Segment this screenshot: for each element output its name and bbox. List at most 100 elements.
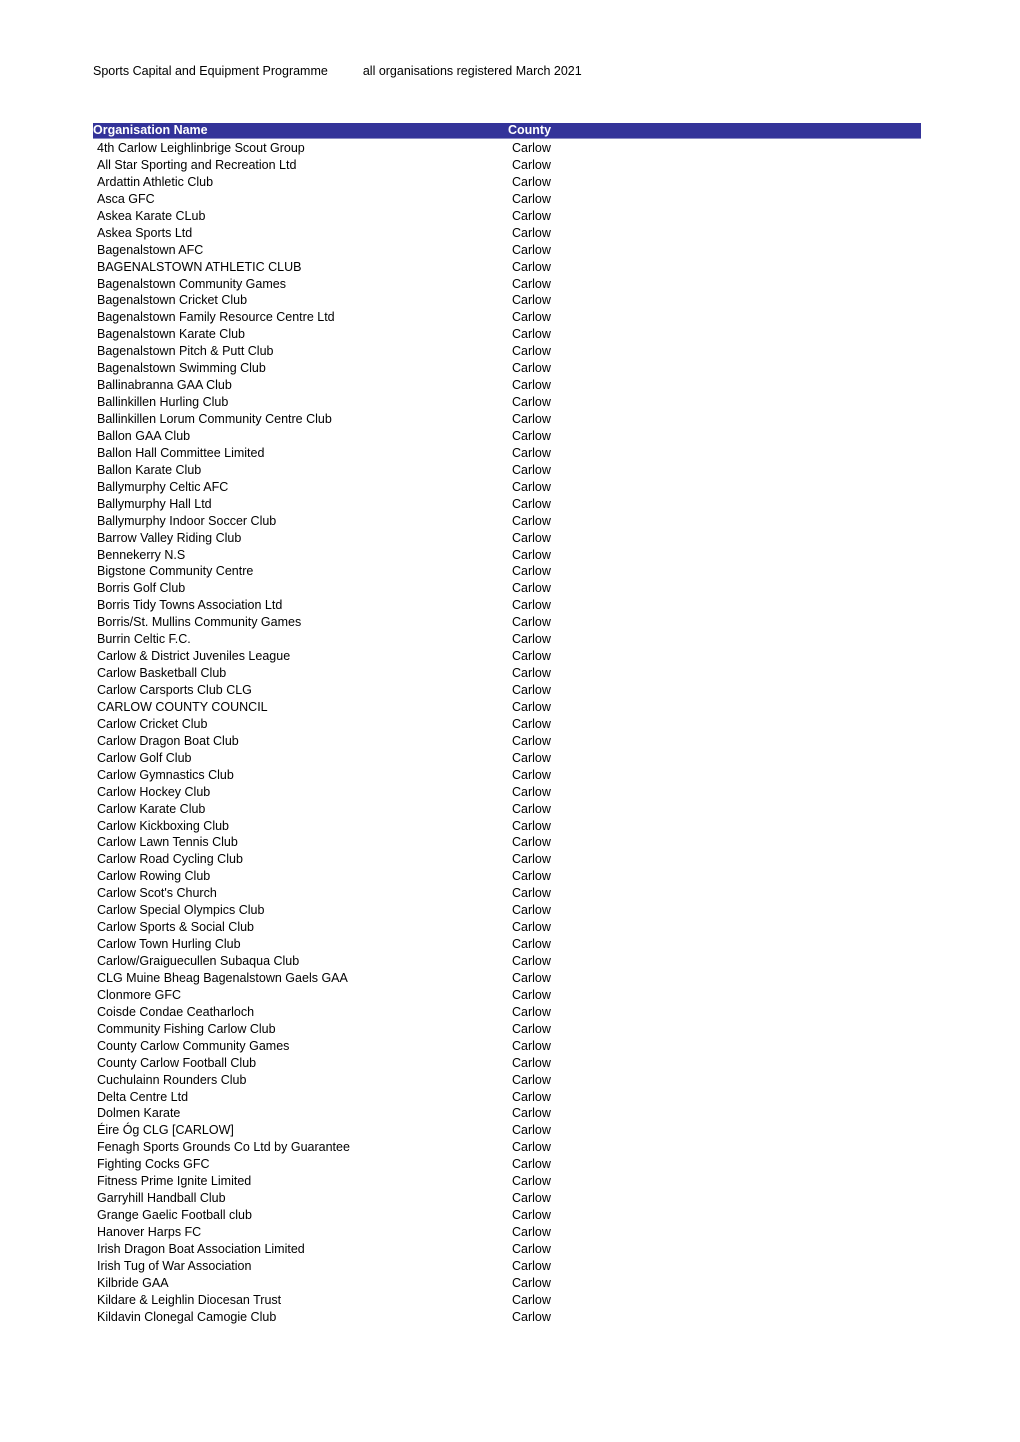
cell-organisation-name: Ardattin Athletic Club	[97, 174, 214, 189]
cell-organisation-name: Community Fishing Carlow Club	[97, 1021, 276, 1036]
table-row: Borris Tidy Towns Association Ltd Carlow	[93, 597, 921, 614]
table-row: 4th Carlow Leighlinbrige Scout Group Carl…	[93, 140, 921, 157]
table-row: Burrin Celtic F.C. Carlow	[93, 631, 921, 648]
cell-county: Carlow	[512, 835, 551, 850]
cell-county: Carlow	[512, 666, 551, 681]
cell-county: Carlow	[512, 733, 551, 748]
cell-organisation-name: Carlow Karate Club	[97, 801, 206, 816]
cell-organisation-name: Ballinkillen Lorum Community Centre Club	[97, 412, 332, 426]
table-row: Kilbride GAA Carlow	[93, 1275, 921, 1292]
cell-county: Carlow	[512, 1021, 551, 1036]
cell-county: Carlow	[512, 1292, 551, 1307]
cell-county: Carlow	[512, 767, 551, 782]
table-row: Bagenalstown AFC Carlow	[93, 242, 921, 259]
table-row: Fitness Prime Ignite Limited Carlow	[93, 1173, 921, 1190]
table-row: Carlow Town Hurling Club Carlow	[93, 936, 921, 953]
table-row: Community Fishing Carlow Club Carlow	[93, 1021, 921, 1038]
cell-organisation-name: Éire Óg CLG [CARLOW]	[97, 1123, 234, 1138]
table-row: Clonmore GFC Carlow	[93, 987, 921, 1004]
cell-organisation-name: Ballon GAA Club	[97, 428, 191, 443]
cell-county: Carlow	[512, 801, 551, 816]
table-row: Borris/St. Mullins Community Games Carlow	[93, 614, 921, 631]
table-row: Carlow/Graiguecullen Subaqua Club Carlow	[93, 953, 921, 970]
cell-organisation-name: Dolmen Karate	[97, 1106, 181, 1121]
cell-organisation-name: Bennekerry N.S	[97, 547, 186, 562]
cell-county: Carlow	[512, 174, 551, 189]
table-row: Ballinkillen Hurling Club Carlow	[93, 394, 921, 411]
cell-organisation-name: County Carlow Community Games	[97, 1038, 290, 1053]
cell-county: Carlow	[512, 1225, 551, 1239]
table-row: Ballymurphy Hall Ltd Carlow	[93, 496, 921, 513]
table-row: Coisde Condae Ceatharloch Carlow	[93, 1004, 921, 1021]
cell-county: Carlow	[512, 530, 551, 545]
cell-county: Carlow	[512, 1191, 551, 1206]
cell-organisation-name: Bagenalstown Community Games	[97, 276, 286, 291]
table-row: Carlow Scot's Church Carlow	[93, 885, 921, 902]
cell-county: Carlow	[512, 361, 551, 376]
cell-county: Carlow	[512, 428, 551, 443]
cell-organisation-name: Bagenalstown Swimming Club	[97, 361, 266, 376]
cell-organisation-name: Ballymurphy Hall Ltd	[97, 496, 212, 511]
table-row: Ardattin Athletic Club Carlow	[93, 174, 921, 191]
cell-county: Carlow	[512, 208, 551, 223]
cell-county: Carlow	[512, 1055, 551, 1070]
cell-organisation-name: Ballinkillen Hurling Club	[97, 395, 229, 410]
cell-county: Carlow	[512, 852, 551, 867]
cell-county: Carlow	[512, 344, 551, 359]
cell-county: Carlow	[512, 310, 551, 325]
cell-organisation-name: Carlow Scot's Church	[97, 886, 217, 901]
cell-county: Carlow	[512, 1106, 551, 1121]
table-row: Ballymurphy Celtic AFC Carlow	[93, 479, 921, 496]
cell-organisation-name: Bagenalstown Pitch & Putt Club	[97, 344, 274, 359]
cell-county: Carlow	[512, 784, 551, 799]
table-row: Delta Centre Ltd Carlow	[93, 1089, 921, 1106]
cell-county: Carlow	[512, 869, 551, 884]
table-row: Asca GFC Carlow	[93, 191, 921, 208]
cell-organisation-name: Delta Centre Ltd	[97, 1089, 189, 1104]
table-row: Éire Óg CLG [CARLOW] Carlow	[93, 1122, 921, 1139]
cell-county: Carlow	[512, 395, 551, 410]
cell-county: Carlow	[512, 1004, 551, 1019]
table-row: Cuchulainn Rounders Club Carlow	[93, 1072, 921, 1089]
cell-county: Carlow	[512, 1157, 551, 1172]
table-row: Carlow Rowing Club Carlow	[93, 868, 921, 885]
cell-county: Carlow	[512, 1038, 551, 1053]
cell-county: Carlow	[512, 937, 551, 952]
cell-county: Carlow	[512, 141, 551, 155]
table-row: Bagenalstown Community Games Carlow	[93, 276, 921, 293]
cell-county: Carlow	[512, 242, 551, 257]
report-title: Sports Capital and Equipment Programme	[93, 64, 328, 78]
cell-organisation-name: Carlow Kickboxing Club	[97, 818, 230, 833]
table-row: Borris Golf Club Carlow	[93, 580, 921, 597]
cell-county: Carlow	[512, 1123, 551, 1138]
cell-organisation-name: CARLOW COUNTY COUNCIL	[97, 699, 268, 714]
table-row: Carlow Hockey Club Carlow	[93, 784, 921, 801]
cell-organisation-name: Bagenalstown Family Resource Centre Ltd	[97, 310, 335, 325]
table-header-row: Organisation Name County	[93, 123, 921, 139]
cell-county: Carlow	[512, 547, 551, 562]
cell-organisation-name: Coisde Condae Ceatharloch	[97, 1004, 255, 1019]
cell-organisation-name: Carlow Town Hurling Club	[97, 937, 241, 952]
cell-organisation-name: County Carlow Football Club	[97, 1055, 257, 1070]
cell-organisation-name: Bigstone Community Centre	[97, 564, 254, 579]
cell-organisation-name: Bagenalstown Karate Club	[97, 327, 246, 342]
table-row: Askea Karate CLub Carlow	[93, 208, 921, 225]
table-row: Garryhill Handball Club Carlow	[93, 1190, 921, 1207]
table-row: Kildavin Clonegal Camogie Club Carlow	[93, 1309, 921, 1326]
table-row: Ballon Hall Committee Limited Carlow	[93, 445, 921, 462]
cell-county: Carlow	[512, 750, 551, 765]
cell-county: Carlow	[512, 598, 551, 613]
cell-organisation-name: Askea Karate CLub	[97, 208, 206, 223]
cell-organisation-name: Fitness Prime Ignite Limited	[97, 1174, 252, 1189]
cell-organisation-name: Carlow/Graiguecullen Subaqua Club	[97, 954, 300, 968]
cell-organisation-name: Borris Golf Club	[97, 581, 186, 596]
cell-organisation-name: Ballinabranna GAA Club	[97, 378, 232, 393]
column-header-organisation-name: Organisation Name	[93, 123, 208, 137]
table-row: Carlow Gymnastics Club Carlow	[93, 767, 921, 784]
cell-county: Carlow	[512, 1089, 551, 1104]
table-row: Bagenalstown Cricket Club Carlow	[93, 292, 921, 309]
cell-county: Carlow	[512, 649, 551, 664]
cell-organisation-name: CLG Muine Bheag Bagenalstown Gaels GAA	[97, 970, 348, 985]
cell-organisation-name: Garryhill Handball Club	[97, 1191, 226, 1206]
cell-organisation-name: Borris Tidy Towns Association Ltd	[97, 598, 283, 613]
